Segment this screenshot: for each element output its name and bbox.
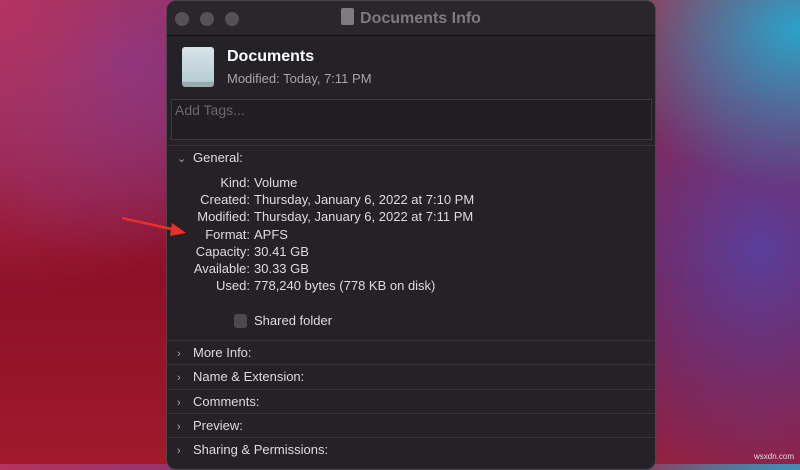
window-title: Documents Info: [167, 8, 655, 28]
section-name-extension[interactable]: › Name & Extension:: [177, 369, 304, 384]
window-title-text: Documents Info: [360, 10, 481, 27]
chevron-down-icon: ⌄: [177, 153, 187, 165]
chevron-right-icon: ›: [177, 396, 181, 409]
info-label: Used:: [216, 278, 250, 294]
section-comments[interactable]: › Comments:: [177, 394, 259, 409]
divider: [167, 437, 655, 439]
drive-icon: [341, 8, 355, 25]
info-label: Available:: [193, 261, 250, 276]
section-label: Comments:: [193, 393, 260, 409]
divider: [167, 340, 655, 341]
divider: [167, 388, 655, 390]
section-label: Preview:: [193, 417, 243, 433]
section-label: General:: [193, 150, 243, 165]
chevron-right-icon: ›: [177, 348, 181, 360]
info-row: Capacity: 30.41 GB: [167, 244, 309, 259]
info-label: Created:: [200, 192, 250, 208]
watermark: wsxdn.com: [753, 452, 794, 461]
divider: [167, 364, 655, 366]
chevron-right-icon: ›: [177, 445, 181, 458]
info-value: Thursday, January 6, 2022 at 7:11 PM: [254, 209, 474, 225]
item-name: Documents: [227, 48, 315, 65]
section-general[interactable]: ⌄ General:: [177, 150, 243, 165]
shared-folder-label: Shared folder: [254, 313, 333, 328]
info-label: Capacity:: [195, 243, 250, 259]
volume-icon: [182, 47, 214, 87]
divider: [167, 412, 655, 414]
info-row: Available: 30.33 GB: [167, 261, 309, 276]
red-arrow-annotation: [121, 216, 186, 236]
modified-summary: Modified: Today, 7:11 PM: [227, 71, 372, 86]
info-value: 778,240 bytes (778 KB on disk): [254, 278, 436, 294]
chevron-right-icon: ›: [177, 420, 181, 433]
section-more-info[interactable]: › More Info:: [177, 345, 252, 360]
section-label: Sharing & Permissions:: [193, 442, 329, 458]
info-row: Used: 778,240 bytes (778 KB on disk): [167, 278, 435, 293]
divider: [167, 145, 655, 146]
section-label: Name & Extension:: [193, 369, 305, 385]
info-value: Thursday, January 6, 2022 at 7:10 PM: [254, 192, 475, 208]
section-label: More Info:: [193, 345, 252, 360]
info-row: Modified: Thursday, January 6, 2022 at 7:…: [167, 209, 473, 224]
section-sharing-permissions[interactable]: › Sharing & Permissions:: [177, 442, 328, 457]
info-row: Kind: Volume: [167, 175, 297, 190]
info-value: 30.41 GB: [254, 243, 309, 259]
info-value: Volume: [254, 175, 298, 190]
title-bar: Documents Info: [167, 1, 655, 36]
tags-input[interactable]: Add Tags...: [171, 99, 652, 140]
info-label: Kind:: [220, 175, 250, 190]
info-value: 30.33 GB: [254, 261, 309, 276]
section-preview[interactable]: › Preview:: [177, 418, 243, 433]
info-value: APFS: [254, 226, 288, 242]
info-row: Created: Thursday, January 6, 2022 at 7:1…: [167, 192, 474, 207]
chevron-right-icon: ›: [177, 372, 181, 385]
info-window: Documents Info Documents Modified: Today…: [166, 0, 656, 470]
shared-folder-checkbox[interactable]: [234, 314, 247, 328]
